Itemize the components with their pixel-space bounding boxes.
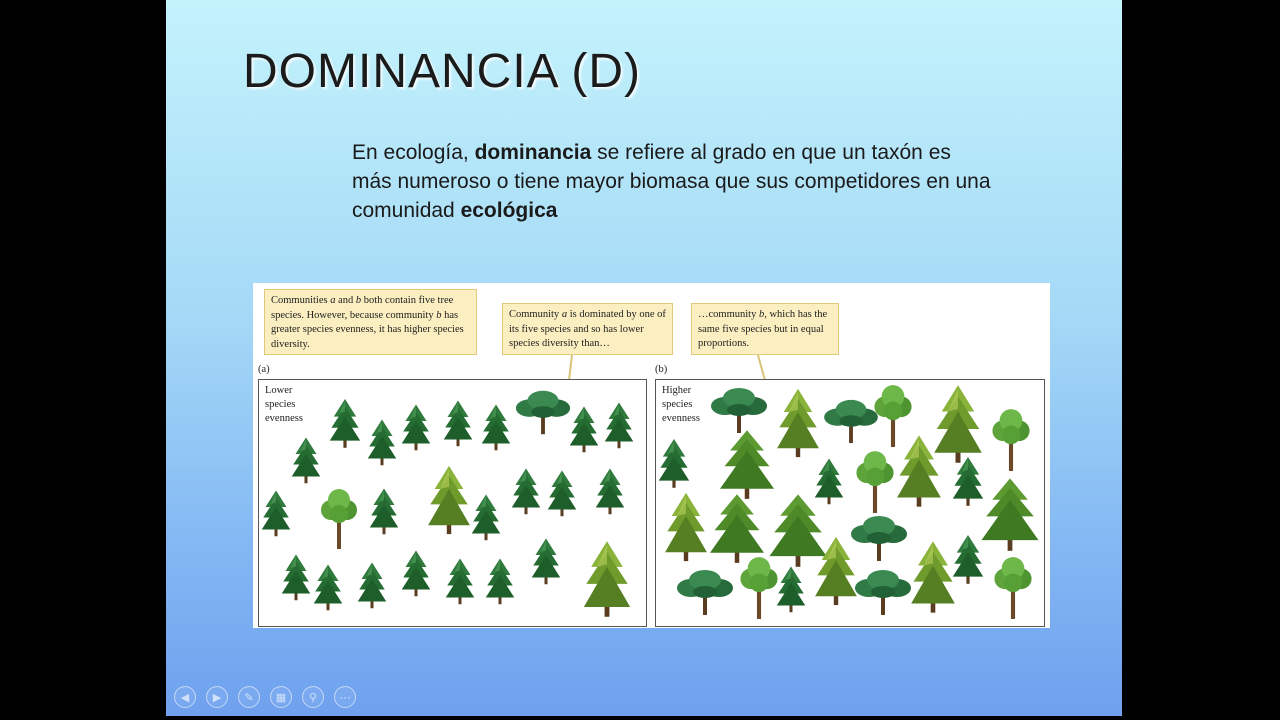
slide: DOMINANCIA (D) En ecología, dominancia s… — [166, 0, 1122, 716]
panel-a-low-evenness: Lower species evenness — [258, 379, 647, 627]
panel-b-label: (b) — [655, 364, 668, 375]
tree-a-13 — [428, 465, 470, 535]
tree-b-25 — [994, 557, 1032, 619]
tree-a-7 — [569, 406, 599, 453]
tree-b-23 — [911, 541, 955, 613]
tree-a-23 — [485, 558, 515, 605]
previous-icon[interactable]: ◀ — [174, 686, 196, 708]
tree-a-16 — [547, 470, 577, 517]
tree-a-2 — [367, 419, 397, 466]
tree-a-14 — [471, 494, 501, 541]
callout-community-b: …community b, which has the same five sp… — [691, 303, 839, 355]
tree-a-8 — [604, 402, 634, 449]
tree-a-11 — [321, 489, 357, 549]
body-text-part-1: En ecología, — [352, 141, 475, 164]
callout-both-communities: Communities a and b both contain five tr… — [264, 289, 477, 355]
tree-a-9 — [291, 437, 321, 484]
tree-b-18 — [677, 570, 733, 615]
pen-icon[interactable]: ✎ — [238, 686, 260, 708]
next-icon[interactable]: ▶ — [206, 686, 228, 708]
tree-a-12 — [369, 488, 399, 535]
slide-body-text: En ecología, dominancia se refiere al gr… — [352, 138, 992, 225]
evenness-figure: Communities a and b both contain five tr… — [253, 283, 1050, 628]
slideshow-controls: ◀ ▶ ✎ ▦ ⚲ ⋯ — [174, 686, 356, 708]
tree-a-25 — [583, 541, 631, 617]
callout-community-a: Community a is dominated by one of its f… — [502, 303, 673, 355]
slides-icon[interactable]: ▦ — [270, 686, 292, 708]
tree-b-17 — [981, 478, 1039, 551]
tree-b-10 — [856, 451, 894, 513]
tree-b-22 — [855, 570, 911, 615]
tree-b-11 — [897, 435, 941, 507]
tree-a-21 — [401, 550, 431, 597]
more-options-icon[interactable]: ⋯ — [334, 686, 356, 708]
tree-b-24 — [952, 535, 984, 584]
tree-b-8 — [720, 430, 774, 499]
tree-a-6 — [515, 390, 571, 435]
tree-b-6 — [992, 409, 1030, 471]
tree-a-20 — [357, 562, 387, 609]
tree-a-1 — [329, 399, 361, 448]
slide-title: DOMINANCIA (D) — [243, 45, 641, 98]
tree-a-19 — [313, 564, 343, 611]
panel-a-label: (a) — [258, 364, 270, 375]
tree-a-18 — [281, 554, 311, 601]
zoom-icon[interactable]: ⚲ — [302, 686, 324, 708]
tree-a-17 — [595, 468, 625, 515]
body-text-bold-ecologica: ecológica — [460, 199, 558, 222]
tree-a-4 — [443, 400, 473, 447]
tree-b-13 — [665, 492, 707, 562]
tree-a-22 — [445, 558, 475, 605]
tree-a-5 — [481, 404, 511, 451]
panel-b-high-evenness: Higher species evenness — [655, 379, 1045, 627]
tree-b-1 — [711, 388, 767, 433]
tree-a-24 — [531, 538, 561, 585]
tree-b-20 — [776, 566, 806, 613]
tree-a-3 — [401, 404, 431, 451]
tree-a-10 — [261, 490, 291, 537]
tree-a-15 — [511, 468, 541, 515]
body-text-bold-dominancia: dominancia — [474, 141, 592, 164]
panel-a-caption: Lower species evenness — [265, 385, 303, 424]
